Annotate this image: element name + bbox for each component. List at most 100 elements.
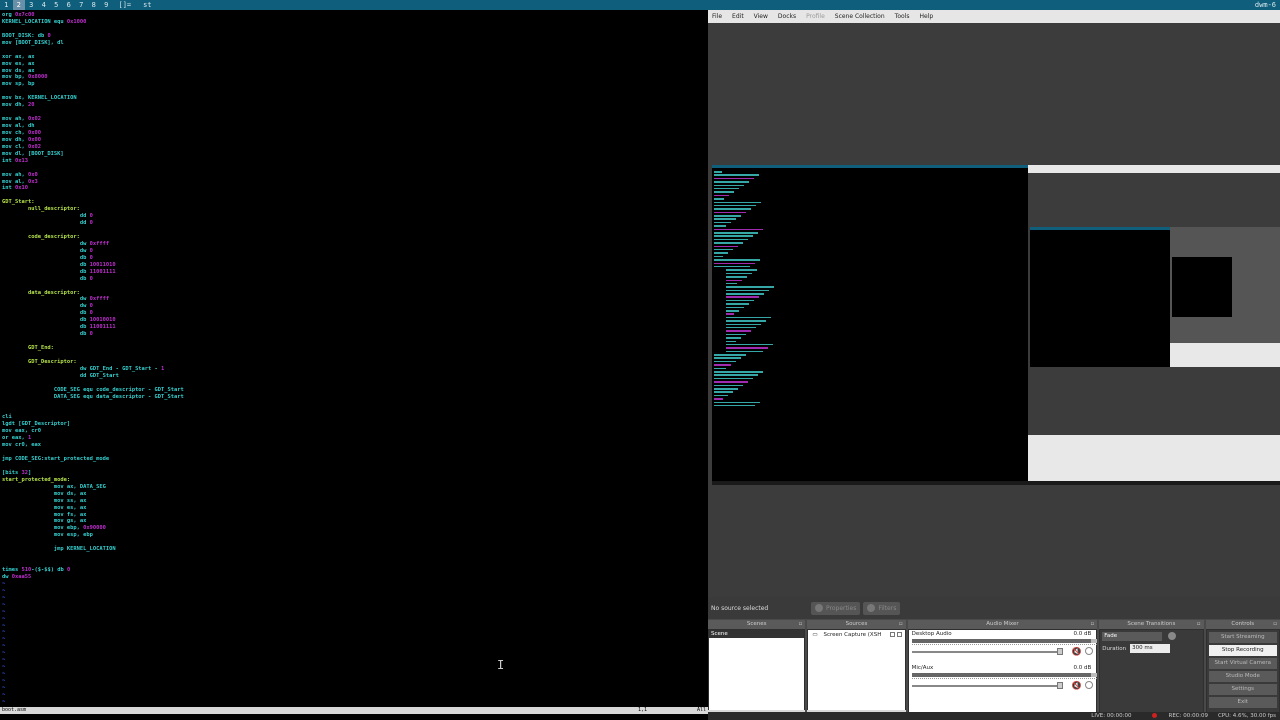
start-streaming-button[interactable]: Start Streaming <box>1208 632 1277 643</box>
code-line[interactable]: dw 0xffff <box>2 296 184 303</box>
dock-float-icon[interactable]: ▫ <box>799 620 803 629</box>
menu-scene-collection[interactable]: Scene Collection <box>835 13 885 20</box>
code-line[interactable] <box>2 463 184 470</box>
menu-view[interactable]: View <box>754 13 768 20</box>
code-line[interactable]: dw 0xaa55 <box>2 574 184 581</box>
code-line[interactable]: mov ax, DATA_SEG <box>2 484 184 491</box>
filters-button[interactable]: Filters <box>863 601 901 615</box>
code-line[interactable]: int 0x10 <box>2 185 184 192</box>
code-line[interactable]: mov al, 0x3 <box>2 179 184 186</box>
code-line[interactable]: dd 0 <box>2 220 184 227</box>
code-line[interactable]: DATA_SEG equ data_descriptor - GDT_Start <box>2 394 184 401</box>
vim-editor-window[interactable]: org 0x7c00 KERNEL_LOCATION equ 0x1000 BOOT… <box>0 10 708 720</box>
code-line[interactable]: db 0 <box>2 310 184 317</box>
code-line[interactable]: dw 0 <box>2 303 184 310</box>
dwm-tag-2[interactable]: 2 <box>12 0 25 10</box>
code-line[interactable]: lgdt [GDT_Descriptor] <box>2 421 184 428</box>
code-line[interactable]: dw 0 <box>2 248 184 255</box>
transition-select[interactable]: Fade <box>1102 632 1163 641</box>
scene-item[interactable]: Scene <box>709 630 805 638</box>
code-line[interactable]: mov ds, ax <box>2 491 184 498</box>
gear-icon[interactable] <box>1084 681 1093 689</box>
dock-float-icon[interactable]: ▫ <box>899 620 903 629</box>
dwm-tag-8[interactable]: 8 <box>88 0 101 10</box>
volume-slider-handle[interactable] <box>1056 648 1063 655</box>
gear-icon[interactable] <box>1084 647 1093 655</box>
code-line[interactable]: mov gs, ax <box>2 518 184 525</box>
speaker-mute-icon[interactable]: 🔇 <box>1072 647 1082 656</box>
menu-help[interactable]: Help <box>919 13 933 20</box>
duration-input[interactable]: 300 ms <box>1130 644 1171 653</box>
code-line[interactable] <box>2 553 184 560</box>
dwm-tag-1[interactable]: 1 <box>0 0 13 10</box>
code-line[interactable]: dd GDT_Start <box>2 373 184 380</box>
code-line[interactable]: dd 0 <box>2 213 184 220</box>
code-line[interactable]: db 11001111 <box>2 269 184 276</box>
exit-button[interactable]: Exit <box>1208 697 1277 708</box>
code-line[interactable]: xor ax, ax <box>2 54 184 61</box>
volume-slider[interactable] <box>911 685 1062 687</box>
menu-profile[interactable]: Profile <box>806 13 825 20</box>
code-line[interactable]: mov cr0, eax <box>2 442 184 449</box>
code-line[interactable] <box>2 26 184 33</box>
code-line[interactable]: or eax, 1 <box>2 435 184 442</box>
code-line[interactable]: CODE_SEG equ code_descriptor - GDT_Start <box>2 387 184 394</box>
menu-edit[interactable]: Edit <box>732 13 744 20</box>
code-line[interactable]: jmp KERNEL_LOCATION <box>2 546 184 553</box>
menu-tools[interactable]: Tools <box>895 13 910 20</box>
code-line[interactable]: db 0 <box>2 276 184 283</box>
code-line[interactable]: mov es, ax <box>2 505 184 512</box>
dock-float-icon[interactable]: ▫ <box>1273 620 1277 629</box>
code-line[interactable] <box>2 560 184 567</box>
code-line[interactable]: start_protected_mode: <box>2 477 184 484</box>
code-line[interactable]: mov ss, ax <box>2 498 184 505</box>
code-line[interactable] <box>2 338 184 345</box>
code-line[interactable]: GDT_End: <box>2 345 184 352</box>
dwm-tag-6[interactable]: 6 <box>63 0 76 10</box>
code-line[interactable]: mov dh, 0x00 <box>2 137 184 144</box>
code-line[interactable]: mov cl, 0x02 <box>2 144 184 151</box>
code-line[interactable]: mov ds, ax <box>2 68 184 75</box>
speaker-mute-icon[interactable]: 🔇 <box>1072 681 1082 690</box>
code-line[interactable] <box>2 227 184 234</box>
dwm-tag-9[interactable]: 9 <box>100 0 113 10</box>
code-line[interactable]: mov fs, ax <box>2 512 184 519</box>
code-line[interactable] <box>2 192 184 199</box>
dwm-tag-4[interactable]: 4 <box>38 0 51 10</box>
code-line[interactable]: org 0x7c00 <box>2 12 184 19</box>
visibility-eye-icon[interactable] <box>889 632 895 637</box>
dwm-layout-indicator[interactable]: []= <box>119 1 132 9</box>
code-line[interactable] <box>2 283 184 290</box>
scenes-list[interactable]: Scene <box>709 630 805 710</box>
volume-slider[interactable] <box>911 651 1062 653</box>
code-line[interactable]: GDT_Descriptor: <box>2 359 184 366</box>
code-line[interactable]: db 0 <box>2 255 184 262</box>
code-line[interactable]: mov [BOOT_DISK], dl <box>2 40 184 47</box>
properties-button[interactable]: Properties <box>811 601 861 615</box>
code-line[interactable]: mov ebp, 0x90000 <box>2 525 184 532</box>
code-line[interactable]: db 0 <box>2 331 184 338</box>
code-line[interactable]: mov bp, 0x8000 <box>2 74 184 81</box>
code-line[interactable] <box>2 47 184 54</box>
volume-slider-handle[interactable] <box>1056 682 1063 689</box>
menu-docks[interactable]: Docks <box>778 13 796 20</box>
code-line[interactable]: null_descriptor: <box>2 206 184 213</box>
code-line[interactable] <box>2 407 184 414</box>
studio-mode-button[interactable]: Studio Mode <box>1208 671 1277 682</box>
start-virtual-camera-button[interactable]: Start Virtual Camera <box>1208 658 1277 669</box>
transition-gear-icon[interactable] <box>1168 632 1177 640</box>
code-line[interactable]: GDT_Start: <box>2 199 184 206</box>
menu-file[interactable]: File <box>712 13 722 20</box>
dock-float-icon[interactable]: ▫ <box>1197 620 1201 629</box>
source-item[interactable]: ▭ Screen Capture (XSH <box>808 630 904 639</box>
settings-button[interactable]: Settings <box>1208 684 1277 695</box>
code-line[interactable]: code_descriptor: <box>2 234 184 241</box>
code-line[interactable]: BOOT_DISK: db 0 <box>2 33 184 40</box>
code-line[interactable]: data_descriptor: <box>2 290 184 297</box>
code-line[interactable]: int 0x13 <box>2 158 184 165</box>
code-line[interactable]: cli <box>2 414 184 421</box>
code-line[interactable]: jmp CODE_SEG:start_protected_mode <box>2 456 184 463</box>
code-line[interactable] <box>2 352 184 359</box>
code-line[interactable] <box>2 165 184 172</box>
code-line[interactable] <box>2 449 184 456</box>
